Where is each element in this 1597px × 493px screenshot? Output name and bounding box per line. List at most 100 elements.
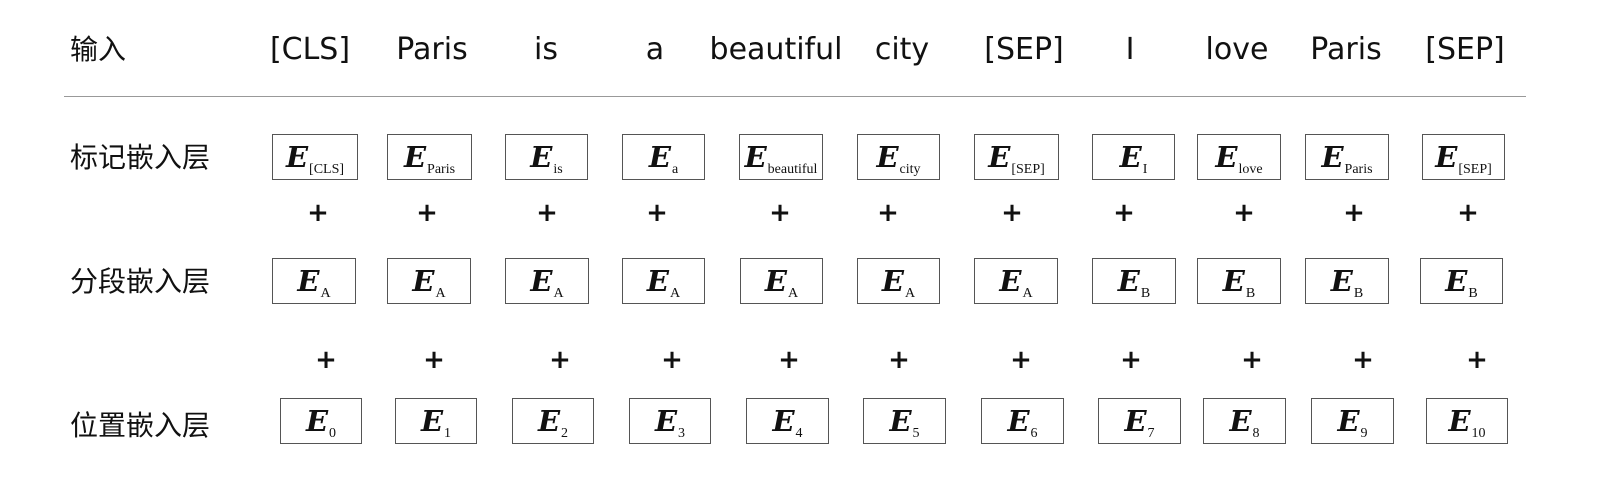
- token-embedding-box: Ea: [622, 134, 705, 180]
- position-embedding-box: E7: [1098, 398, 1181, 444]
- embedding-symbol: E: [537, 404, 561, 438]
- plus-sign: +: [1233, 198, 1255, 228]
- embedding-subscript: B: [1245, 286, 1256, 301]
- embedding-subscript: A: [669, 286, 681, 301]
- embedding-subscript: a: [671, 162, 679, 177]
- embedding-subscript: A: [787, 286, 799, 301]
- segment-embedding-box: EB: [1197, 258, 1281, 304]
- embedding-symbol: E: [881, 264, 904, 298]
- token-embedding-box: E [CLS]: [272, 134, 358, 180]
- embedding-subscript: 5: [912, 426, 920, 441]
- embedding-symbol: E: [1215, 140, 1238, 174]
- token-embedding-box: Elove: [1197, 134, 1281, 180]
- embedding-symbol: E: [1448, 404, 1471, 438]
- input-token: city: [874, 32, 930, 67]
- embedding-symbol: E: [297, 264, 320, 298]
- position-embedding-box: E1: [395, 398, 477, 444]
- plus-sign: +: [1352, 345, 1374, 375]
- embedding-symbol: E: [1321, 140, 1344, 174]
- embedding-subscript: 7: [1147, 426, 1155, 441]
- embedding-symbol: E: [412, 264, 435, 298]
- token-embedding-box: EI: [1092, 134, 1175, 180]
- segment-embedding-box: EB: [1305, 258, 1389, 304]
- embedding-symbol: E: [876, 140, 899, 174]
- embedding-subscript: B: [1468, 286, 1478, 301]
- embedding-symbol: E: [1337, 404, 1360, 438]
- plus-sign: +: [416, 198, 438, 228]
- row-label-input: 输入: [70, 33, 127, 66]
- embedding-symbol: E: [772, 404, 795, 438]
- embedding-symbol: E: [1445, 264, 1468, 298]
- segment-embedding-box: EA: [974, 258, 1058, 304]
- token-embedding-box: Eis: [505, 134, 588, 180]
- embedding-subscript: Paris: [1344, 162, 1373, 177]
- plus-sign: +: [661, 345, 683, 375]
- segment-embedding-box: EB: [1420, 258, 1503, 304]
- embedding-subscript: 9: [1360, 426, 1368, 441]
- embedding-symbol: E: [744, 140, 767, 174]
- plus-sign: +: [778, 345, 800, 375]
- embedding-symbol: E: [1435, 140, 1458, 174]
- input-token: [CLS]: [269, 32, 351, 67]
- row-label-segment-embedding: 分段嵌入层: [70, 265, 211, 298]
- position-embedding-box: E3: [629, 398, 711, 444]
- embedding-symbol: E: [285, 140, 309, 174]
- embedding-subscript: I: [1142, 162, 1148, 177]
- token-embedding-box: E [SEP]: [1422, 134, 1505, 180]
- token-embedding-box: E Paris: [1305, 134, 1389, 180]
- plus-sign: +: [888, 345, 910, 375]
- embedding-subscript: love: [1238, 162, 1263, 177]
- embedding-symbol: E: [1117, 264, 1140, 298]
- embedding-subscript: B: [1353, 286, 1364, 301]
- segment-embedding-box: EB: [1092, 258, 1176, 304]
- input-token: Paris: [396, 32, 468, 67]
- input-token: beautiful: [709, 32, 843, 67]
- embedding-subscript: A: [904, 286, 916, 301]
- embedding-symbol: E: [1330, 264, 1353, 298]
- position-embedding-box: E 10: [1426, 398, 1508, 444]
- input-token: a: [645, 32, 665, 67]
- embedding-subscript: [SEP]: [1011, 162, 1045, 177]
- segment-embedding-box: EA: [272, 258, 356, 304]
- position-embedding-box: E4: [746, 398, 829, 444]
- plus-sign: +: [1001, 198, 1023, 228]
- embedding-symbol: E: [420, 404, 444, 438]
- plus-sign: +: [1343, 198, 1365, 228]
- embedding-symbol: E: [648, 140, 671, 174]
- position-embedding-box: E9: [1311, 398, 1394, 444]
- embedding-subscript: 1: [444, 426, 452, 441]
- embedding-symbol: E: [530, 140, 553, 174]
- input-token: Paris: [1310, 32, 1382, 67]
- position-embedding-box: E0: [280, 398, 362, 444]
- header-divider: [64, 96, 1526, 97]
- embedding-symbol: E: [305, 404, 329, 438]
- segment-embedding-box: EA: [622, 258, 705, 304]
- row-label-token-embedding: 标记嵌入层: [70, 141, 211, 174]
- embedding-subscript: 10: [1471, 426, 1486, 441]
- embedding-subscript: 4: [795, 426, 803, 441]
- embedding-symbol: E: [988, 140, 1011, 174]
- segment-embedding-box: EA: [857, 258, 940, 304]
- embedding-symbol: E: [403, 140, 427, 174]
- plus-sign: +: [769, 198, 791, 228]
- input-token: [SEP]: [1425, 32, 1505, 67]
- embedding-symbol: E: [654, 404, 678, 438]
- plus-sign: +: [1113, 198, 1135, 228]
- plus-sign: +: [1241, 345, 1263, 375]
- embedding-subscript: B: [1140, 286, 1151, 301]
- embedding-subscript: [SEP]: [1458, 162, 1492, 177]
- row-label-position-embedding: 位置嵌入层: [70, 409, 211, 442]
- input-token: is: [534, 32, 558, 67]
- embedding-symbol: E: [1119, 140, 1142, 174]
- plus-sign: +: [1457, 198, 1479, 228]
- token-embedding-box: Ebeautiful: [739, 134, 823, 180]
- embedding-symbol: E: [1124, 404, 1147, 438]
- position-embedding-box: E6: [981, 398, 1064, 444]
- embedding-subscript: [CLS]: [309, 162, 345, 177]
- embedding-symbol: E: [646, 264, 669, 298]
- embedding-subscript: Paris: [427, 162, 456, 177]
- token-embedding-box: Ecity: [857, 134, 940, 180]
- plus-sign: +: [1120, 345, 1142, 375]
- segment-embedding-box: EA: [505, 258, 589, 304]
- plus-sign: +: [877, 198, 899, 228]
